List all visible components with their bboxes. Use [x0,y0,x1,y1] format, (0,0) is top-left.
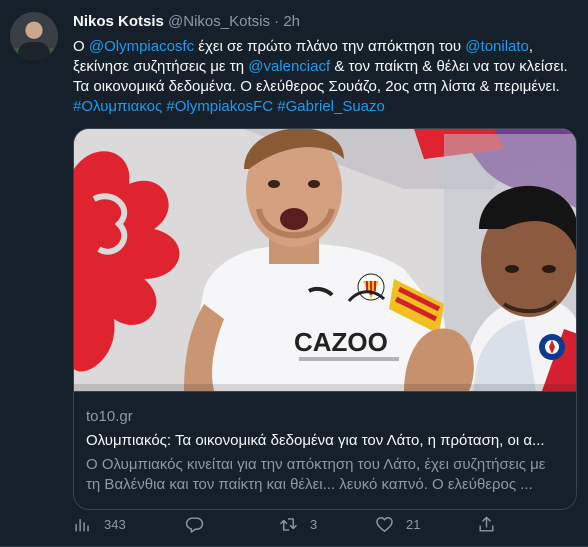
jersey-sponsor-text: CAZOO [294,327,388,357]
tweet-time[interactable]: 2h [283,13,300,30]
text-segment: Ο [73,38,89,55]
card-description-line-2: τη Βαλένθια και τον παίκτη και θέλει... … [86,476,533,493]
link-card[interactable]: CAZOO to10.gr Ολυμπιακός: Τα οικονομικά … [73,128,577,510]
text-segment: & τον παίκτη & θέλει να τον κλείσει. [330,58,568,75]
tweet-text-line-3: Τα οικονομικά δεδομένα. Ο ελεύθερος Σουά… [73,78,560,95]
card-title[interactable]: Ολυμπιακός: Τα οικονομικά δεδομένα για τ… [86,432,568,449]
avatar-shirt [18,42,50,60]
tweet-text: Ο @Olympiacosfc έχει σε πρώτο πλάνο την … [73,37,573,117]
views-button[interactable]: 343 [73,512,126,536]
like-button[interactable]: 21 [375,512,420,536]
separator-dot: · [274,13,280,30]
hashtag-gabriel-suazo[interactable]: #Gabriel_Suazo [277,98,385,115]
share-icon [479,516,494,532]
retweet-icon [280,517,297,531]
avatar[interactable] [10,12,58,60]
tweet-header: Nikos Kotsis @Nikos_Kotsis · 2h [73,13,300,30]
reply-button[interactable] [185,512,216,536]
tweet-text-line-2: ξεκίνησε συζητήσεις με τη @valenciacf & … [73,57,573,77]
hashtag-olympiakos-greek[interactable]: #Ολυμπιακος [73,98,162,115]
mention-valenciacf[interactable]: @valenciacf [248,58,330,75]
card-description-line-1: Ο Ολυμπιακός κινείται για την απόκτηση τ… [86,456,546,473]
share-button[interactable] [477,512,496,536]
like-count: 21 [406,516,421,532]
card-domain: to10.gr [86,408,133,425]
hashtag-olympiakosfc[interactable]: #OlympiakosFC [166,98,273,115]
tweet-hashtags: #Ολυμπιακος #OlympiakosFC #Gabriel_Suazo [73,97,573,117]
tweet-actions: 343 3 21 [73,512,577,536]
mention-olympiacosfc[interactable]: @Olympiacosfc [89,38,194,55]
analytics-icon [75,518,89,532]
retweet-button[interactable]: 3 [279,512,317,536]
mention-tonilato[interactable]: @tonilato [465,38,529,55]
text-segment: , [528,38,534,55]
card-meta[interactable]: to10.gr Ολυμπιακός: Τα οικονομικά δεδομέ… [74,391,576,509]
author-name[interactable]: Nikos Kotsis [73,13,164,30]
heart-icon [376,516,393,532]
views-count: 343 [104,516,126,532]
card-description: Ο Ολυμπιακός κινείται για την απόκτηση τ… [86,455,568,495]
retweet-count: 3 [310,516,318,532]
card-image[interactable]: CAZOO [74,129,576,391]
tweet-text-line-1: Ο @Olympiacosfc έχει σε πρώτο πλάνο την … [73,37,573,57]
card-image-illustration: CAZOO [74,129,576,391]
author-handle[interactable]: @Nikos_Kotsis [168,13,270,30]
text-segment: ξεκίνησε συζητήσεις με τη [73,58,249,75]
text-segment: έχει σε πρώτο πλάνο την απόκτηση του [194,38,466,55]
reply-icon [185,516,204,533]
tweet[interactable]: Nikos Kotsis @Nikos_Kotsis · 2h Ο @Olymp… [0,0,588,547]
